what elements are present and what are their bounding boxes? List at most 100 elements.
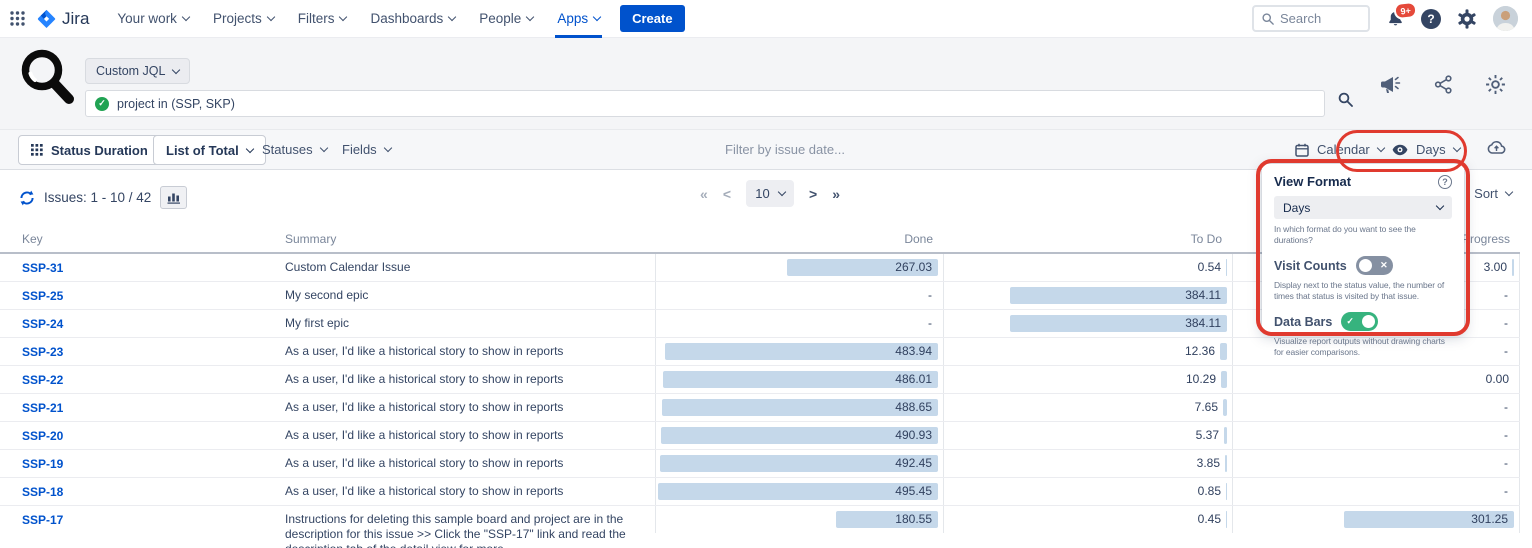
- app-switcher-icon[interactable]: [0, 0, 34, 38]
- column-header-done[interactable]: Done: [655, 228, 943, 252]
- todo-cell: 384.11: [943, 282, 1232, 309]
- duration-value: 0.45: [1198, 506, 1221, 533]
- done-cell: 483.94: [655, 338, 943, 365]
- summary-cell: Instructions for deleting this sample bo…: [285, 506, 655, 548]
- statuses-dropdown[interactable]: Statuses: [262, 142, 327, 157]
- primary-nav: Your work Projects FiltersDashboardsPeople…: [105, 0, 612, 38]
- chevron-down-icon: [182, 13, 190, 21]
- help-circle-icon[interactable]: ?: [1438, 175, 1452, 189]
- summary-cell: As a user, I'd like a historical story t…: [285, 366, 655, 393]
- view-mode-dropdown[interactable]: List of Total: [153, 135, 266, 165]
- run-query-button[interactable]: [1338, 92, 1353, 112]
- column-header-todo[interactable]: To Do: [943, 228, 1232, 252]
- chart-view-button[interactable]: [160, 186, 187, 209]
- issue-key-link[interactable]: SSP-17: [22, 513, 63, 527]
- nav-item-people[interactable]: People: [467, 0, 545, 38]
- search-icon: [1262, 13, 1274, 25]
- done-cell: 488.65: [655, 394, 943, 421]
- table-row: SSP-17 Instructions for deleting this sam…: [0, 506, 1520, 548]
- help-button[interactable]: ?: [1421, 9, 1441, 29]
- user-avatar[interactable]: [1493, 6, 1518, 31]
- key-cell: SSP-17: [0, 506, 285, 533]
- global-search[interactable]: [1252, 5, 1370, 32]
- chevron-down-icon: [1436, 202, 1444, 210]
- refresh-button[interactable]: [19, 190, 35, 206]
- first-page-button[interactable]: «: [700, 187, 708, 201]
- issue-key-link[interactable]: SSP-23: [22, 345, 63, 359]
- duration-value: 488.65: [895, 394, 932, 421]
- toggle-knob: [1359, 259, 1372, 272]
- view-format-dropdown[interactable]: Days: [1392, 142, 1460, 157]
- nav-item-label: Projects: [213, 11, 262, 26]
- issue-key-link[interactable]: SSP-31: [22, 261, 63, 275]
- data-bar: [1226, 511, 1227, 528]
- toggle-off-icon: ✕: [1378, 260, 1390, 271]
- summary-cell: As a user, I'd like a historical story t…: [285, 422, 655, 449]
- nav-item-apps[interactable]: Apps: [545, 0, 612, 38]
- search-input[interactable]: [1280, 11, 1360, 26]
- last-page-button[interactable]: »: [832, 187, 840, 201]
- calendar-dropdown[interactable]: Calendar: [1295, 142, 1384, 157]
- report-type-dropdown[interactable]: Status Duration: [18, 135, 175, 165]
- export-button[interactable]: [1487, 140, 1506, 155]
- key-cell: SSP-18: [0, 478, 285, 505]
- search-icon: [1338, 92, 1353, 107]
- duration-value: 486.01: [895, 366, 932, 393]
- top-navigation-bar: Jira Your work Projects FiltersDashboardsP…: [0, 0, 1532, 38]
- question-icon: ?: [1427, 12, 1434, 26]
- data-bars-label: Data Bars: [1274, 315, 1332, 329]
- issue-key-link[interactable]: SSP-20: [22, 429, 63, 443]
- issue-key-link[interactable]: SSP-18: [22, 485, 63, 499]
- share-button[interactable]: [1434, 75, 1453, 94]
- summary-cell: As a user, I'd like a historical story t…: [285, 450, 655, 477]
- chevron-down-icon: [319, 144, 327, 152]
- data-bars-toggle[interactable]: ✓: [1341, 312, 1378, 331]
- issue-key-link[interactable]: SSP-21: [22, 401, 63, 415]
- duration-value: 492.45: [895, 450, 932, 477]
- settings-button[interactable]: [1457, 9, 1477, 29]
- report-settings-button[interactable]: [1485, 74, 1506, 95]
- next-page-button[interactable]: >: [809, 187, 817, 201]
- fields-label: Fields: [342, 142, 377, 157]
- create-button[interactable]: Create: [620, 5, 684, 32]
- product-name: Jira: [62, 9, 89, 29]
- nav-item-filters[interactable]: Filters: [286, 0, 359, 38]
- prev-page-button[interactable]: <: [723, 187, 731, 201]
- issue-date-filter[interactable]: Filter by issue date...: [725, 142, 845, 157]
- column-header-key[interactable]: Key: [0, 228, 285, 252]
- sort-dropdown[interactable]: Sort: [1474, 186, 1512, 201]
- fields-dropdown[interactable]: Fields: [342, 142, 391, 157]
- issue-key-link[interactable]: SSP-24: [22, 317, 63, 331]
- chevron-down-icon: [448, 13, 456, 21]
- done-cell: 486.01: [655, 366, 943, 393]
- issue-key-link[interactable]: SSP-19: [22, 457, 63, 471]
- nav-item-your-work[interactable]: Your work: [105, 0, 201, 38]
- issue-key-link[interactable]: SSP-22: [22, 373, 63, 387]
- notifications-button[interactable]: 9+: [1386, 9, 1405, 29]
- page-size-select[interactable]: 10: [746, 180, 794, 207]
- announcements-button[interactable]: [1380, 75, 1402, 94]
- column-header-summary[interactable]: Summary: [285, 228, 655, 252]
- panel-title: View Format: [1274, 174, 1351, 189]
- visit-counts-toggle[interactable]: ✕: [1356, 256, 1393, 275]
- jql-query-input[interactable]: ✓ project in (SSP, SKP): [85, 90, 1325, 117]
- chevron-down-icon: [339, 13, 347, 21]
- jira-logo[interactable]: Jira: [36, 8, 89, 30]
- table-row: SSP-20 As a user, I'd like a historical s…: [0, 422, 1520, 450]
- data-bars-help-text: Visualize report outputs without drawing…: [1274, 336, 1452, 358]
- report-type-label: Status Duration: [51, 143, 148, 158]
- duration-value: -: [1504, 422, 1508, 449]
- nav-item-projects[interactable]: Projects: [201, 0, 286, 38]
- issue-key-link[interactable]: SSP-25: [22, 289, 63, 303]
- format-label: Days: [1416, 142, 1446, 157]
- duration-value: 0.85: [1198, 478, 1221, 505]
- nav-item-dashboards[interactable]: Dashboards: [358, 0, 467, 38]
- grid-icon: [31, 144, 43, 156]
- inprogress-cell: 0.00: [1232, 366, 1520, 393]
- duration-value: 3.85: [1197, 450, 1220, 477]
- duration-value: -: [1504, 478, 1508, 505]
- format-select[interactable]: Days: [1274, 196, 1452, 219]
- avatar-icon: [1493, 6, 1518, 31]
- todo-cell: 12.36: [943, 338, 1232, 365]
- query-mode-selector[interactable]: Custom JQL: [85, 58, 190, 84]
